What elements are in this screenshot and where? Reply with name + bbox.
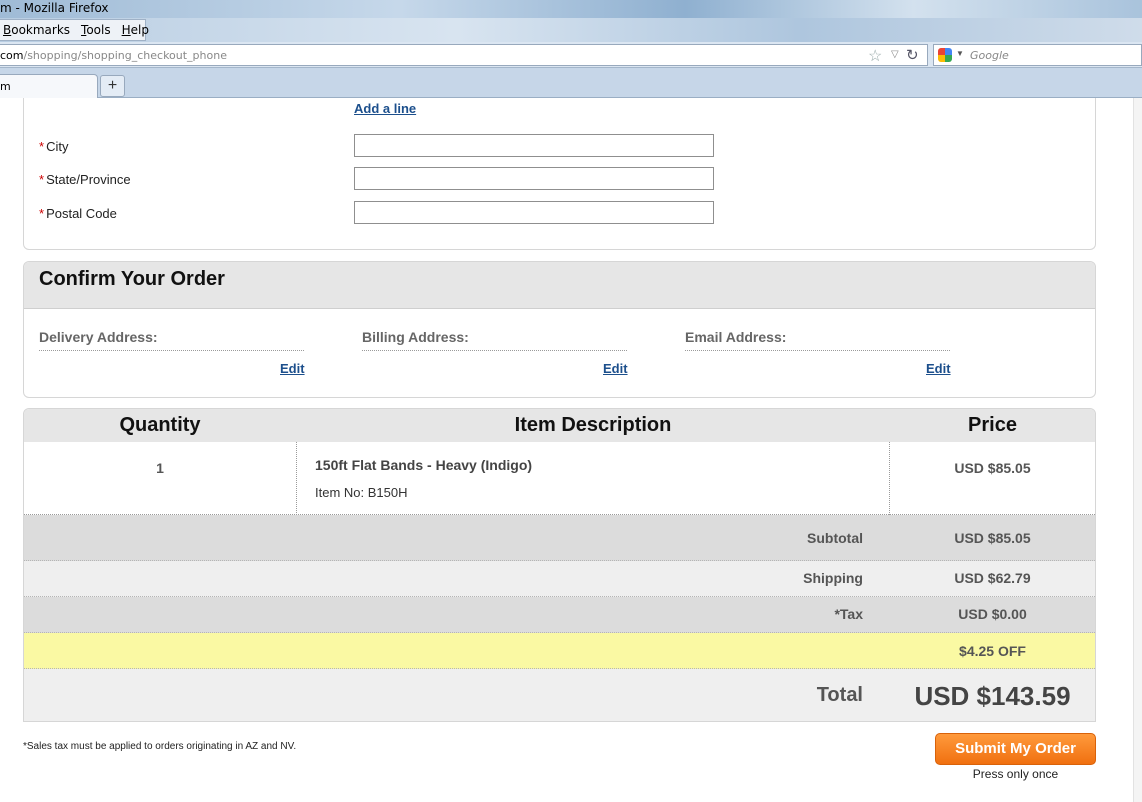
menu-help[interactable]: Help xyxy=(122,23,149,37)
table-row: 1 150ft Flat Bands - Heavy (Indigo) Item… xyxy=(24,442,1095,515)
address-text: com/shopping/shopping_checkout_phone xyxy=(0,49,227,62)
menu-group: Bookmarks Tools Help xyxy=(0,19,149,41)
page-scrollbar[interactable] xyxy=(1133,98,1142,802)
subtotal-label: Subtotal xyxy=(807,530,863,546)
google-engine-icon[interactable] xyxy=(938,48,952,62)
subtotal-value: USD $85.05 xyxy=(954,530,1031,546)
delivery-address-section: Delivery Address: xyxy=(39,329,304,351)
city-input[interactable] xyxy=(354,134,714,157)
search-bar[interactable]: ▼ Google xyxy=(933,44,1142,66)
confirm-order-header: Confirm Your Order xyxy=(24,262,1095,309)
discount-value: $4.25 OFF xyxy=(959,643,1026,659)
item-price: USD $85.05 xyxy=(954,460,1031,476)
new-tab-button[interactable]: + xyxy=(100,75,125,97)
item-name: 150ft Flat Bands - Heavy (Indigo) xyxy=(315,457,533,473)
menubar: Bookmarks Tools Help xyxy=(0,18,1142,60)
billing-address-section: Billing Address: xyxy=(362,329,627,351)
subtotal-row: Subtotal USD $85.05 xyxy=(24,515,1095,561)
shipping-row: Shipping USD $62.79 xyxy=(24,561,1095,597)
window-titlebar: m - Mozilla Firefox xyxy=(0,0,1142,18)
address-bar[interactable]: com/shopping/shopping_checkout_phone ☆ ▽… xyxy=(0,44,928,66)
column-divider xyxy=(889,442,890,515)
window-title: m - Mozilla Firefox xyxy=(0,1,109,15)
required-mark: * xyxy=(39,172,45,187)
edit-billing-address-link[interactable]: Edit xyxy=(603,361,628,376)
tax-row: *Tax USD $0.00 xyxy=(24,597,1095,633)
email-address-section: Email Address: xyxy=(685,329,950,351)
history-dropdown-icon[interactable]: ▽ xyxy=(891,49,899,60)
tax-value: USD $0.00 xyxy=(958,606,1027,622)
total-row: Total USD $143.59 xyxy=(24,669,1095,721)
edit-email-address-link[interactable]: Edit xyxy=(926,361,951,376)
column-divider xyxy=(296,442,297,515)
item-quantity: 1 xyxy=(156,460,164,476)
submit-order-button[interactable]: Submit My Order xyxy=(935,733,1096,765)
item-number: Item No: B150H xyxy=(315,485,408,500)
quantity-header: Quantity xyxy=(119,414,201,436)
item-description-header: Item Description xyxy=(514,414,672,436)
tab-current[interactable]: m xyxy=(0,74,98,98)
order-summary-table: Quantity Item Description Price 1 150ft … xyxy=(23,408,1096,722)
confirm-order-title: Confirm Your Order xyxy=(39,268,225,290)
table-header-row: Quantity Item Description Price xyxy=(24,409,1095,442)
city-label: * City xyxy=(39,139,69,154)
total-label: Total xyxy=(816,684,863,706)
required-mark: * xyxy=(39,206,45,221)
bookmark-star-icon[interactable]: ☆ xyxy=(868,46,882,66)
menu-bookmarks[interactable]: Bookmarks xyxy=(3,23,70,37)
add-line-link[interactable]: Add a line xyxy=(354,101,416,116)
total-value: USD $143.59 xyxy=(914,681,1071,711)
submit-note: Press only once xyxy=(972,767,1059,781)
sales-tax-note: *Sales tax must be applied to orders ori… xyxy=(23,741,297,752)
shipping-label: Shipping xyxy=(803,570,863,586)
tax-label: *Tax xyxy=(834,606,863,622)
postal-code-label: * Postal Code xyxy=(39,206,117,221)
shipping-value: USD $62.79 xyxy=(954,570,1031,586)
search-placeholder: Google xyxy=(970,49,1009,62)
postal-code-input[interactable] xyxy=(354,201,714,224)
engine-dropdown-icon[interactable]: ▼ xyxy=(956,49,964,58)
edit-delivery-address-link[interactable]: Edit xyxy=(280,361,305,376)
navigation-toolbar: com/shopping/shopping_checkout_phone ☆ ▽… xyxy=(0,42,1142,68)
discount-row: $4.25 OFF xyxy=(24,633,1095,669)
menu-tools[interactable]: Tools xyxy=(81,23,111,37)
tab-bar: m + xyxy=(0,68,1142,98)
state-province-input[interactable] xyxy=(354,167,714,190)
reload-icon[interactable]: ↻ xyxy=(906,46,919,64)
tab-label: m xyxy=(0,80,11,93)
required-mark: * xyxy=(39,139,45,154)
price-header: Price xyxy=(968,414,1017,436)
state-province-label: * State/Province xyxy=(39,172,131,187)
